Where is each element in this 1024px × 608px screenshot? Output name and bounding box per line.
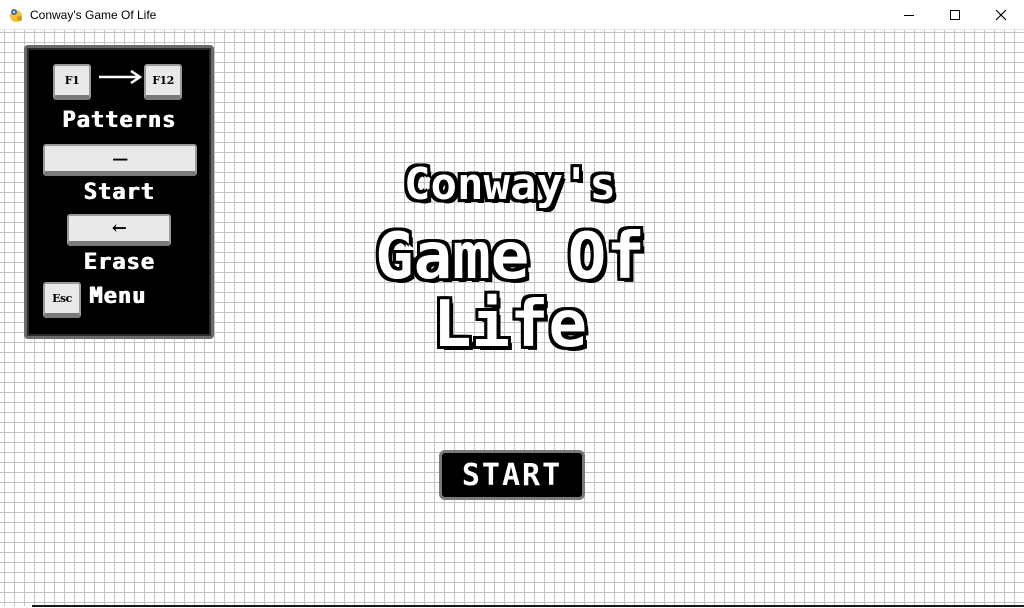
esc-key: Esc [43,282,81,318]
space-key: — [43,144,197,176]
window-titlebar: Conway's Game Of Life [0,0,1024,30]
menu-label: Menu [89,284,146,309]
close-button[interactable] [978,0,1024,30]
minimize-icon [904,15,914,16]
canvas-bottom-border [32,605,1024,607]
f1-key: F1 [53,64,91,100]
minimize-button[interactable] [886,0,932,30]
f12-key: F12 [144,64,182,100]
maximize-icon [950,10,960,20]
title-line-1: Conway's [404,159,616,210]
start-label: Start [83,180,155,205]
arrow-right-icon [99,70,143,84]
controls-help-panel: F1 F12 Patterns — Start ← Erase Esc Menu [24,45,214,339]
erase-label: Erase [83,250,155,275]
close-icon [995,9,1007,21]
start-button[interactable]: START [439,450,585,500]
title-line-3: Life [432,288,588,362]
pygame-snake-icon [10,9,22,22]
patterns-label: Patterns [62,108,176,133]
title-line-2: Game Of [375,220,645,294]
backspace-key: ← [67,214,171,246]
maximize-button[interactable] [932,0,978,30]
window-title: Conway's Game Of Life [30,8,157,22]
